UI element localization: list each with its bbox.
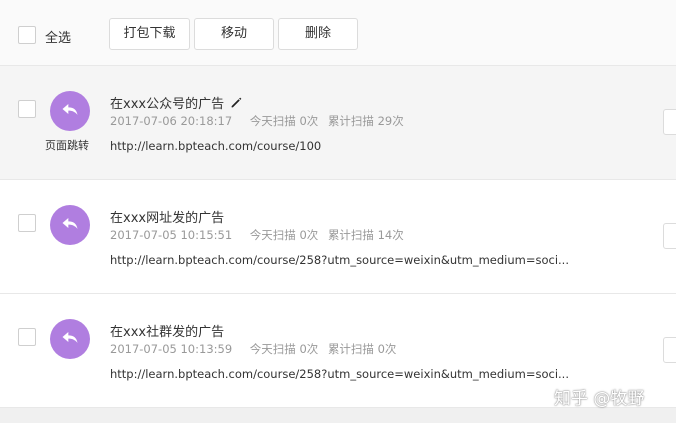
total-scans: 累计扫描 14次	[327, 228, 404, 242]
item-datetime: 2017-07-05 10:15:51	[110, 228, 233, 242]
reply-arrow-icon	[60, 99, 80, 123]
avatar	[50, 205, 90, 245]
item-url[interactable]: http://learn.bpteach.com/course/258?utm_…	[110, 367, 569, 381]
item-meta: 2017-07-05 10:15:51 今天扫描 0次 累计扫描 14次	[110, 227, 418, 243]
item-url[interactable]: http://learn.bpteach.com/course/100	[110, 139, 321, 153]
item-action-button[interactable]	[663, 223, 676, 249]
item-checkbox[interactable]	[18, 214, 36, 232]
item-title: 在xxx社群发的广告	[110, 325, 225, 340]
bottom-bar	[0, 408, 676, 423]
item-title-row: 在xxx公众号的广告	[110, 93, 243, 112]
item-datetime: 2017-07-05 10:13:59	[110, 342, 233, 356]
select-all-label[interactable]: 全选	[45, 27, 71, 46]
today-scans: 今天扫描 0次	[249, 342, 319, 356]
item-meta: 2017-07-06 20:18:17 今天扫描 0次 累计扫描 29次	[110, 113, 418, 129]
today-scans: 今天扫描 0次	[249, 114, 319, 128]
reply-arrow-icon	[60, 213, 80, 237]
item-title: 在xxx公众号的广告	[110, 97, 225, 112]
pencil-icon[interactable]	[230, 96, 243, 109]
list-item[interactable]: 在xxx网址发的广告 2017-07-05 10:15:51 今天扫描 0次 累…	[0, 180, 676, 294]
item-url[interactable]: http://learn.bpteach.com/course/258?utm_…	[110, 253, 569, 267]
delete-button[interactable]: 删除	[278, 18, 358, 50]
today-scans: 今天扫描 0次	[249, 228, 319, 242]
pack-download-button[interactable]: 打包下载	[109, 18, 190, 50]
reply-arrow-icon	[60, 327, 80, 351]
watermark: 知乎 @牧野	[554, 389, 645, 409]
item-title-row: 在xxx社群发的广告	[110, 321, 224, 340]
item-checkbox[interactable]	[18, 328, 36, 346]
move-button[interactable]: 移动	[194, 18, 274, 50]
avatar-label: 页面跳转	[45, 139, 89, 152]
select-all-checkbox[interactable]	[18, 26, 36, 44]
item-title: 在xxx网址发的广告	[110, 211, 225, 226]
list-item[interactable]: 页面跳转 在xxx公众号的广告 2017-07-06 20:18:17 今天扫描…	[0, 66, 676, 180]
item-meta: 2017-07-05 10:13:59 今天扫描 0次 累计扫描 0次	[110, 341, 410, 357]
total-scans: 累计扫描 29次	[327, 114, 404, 128]
item-checkbox[interactable]	[18, 100, 36, 118]
item-datetime: 2017-07-06 20:18:17	[110, 114, 233, 128]
total-scans: 累计扫描 0次	[327, 342, 397, 356]
avatar	[50, 319, 90, 359]
item-title-row: 在xxx网址发的广告	[110, 207, 224, 226]
item-action-button[interactable]	[663, 109, 676, 135]
item-action-button[interactable]	[663, 337, 676, 363]
avatar	[50, 91, 90, 131]
toolbar: 全选 打包下载 移动 删除	[0, 0, 676, 66]
